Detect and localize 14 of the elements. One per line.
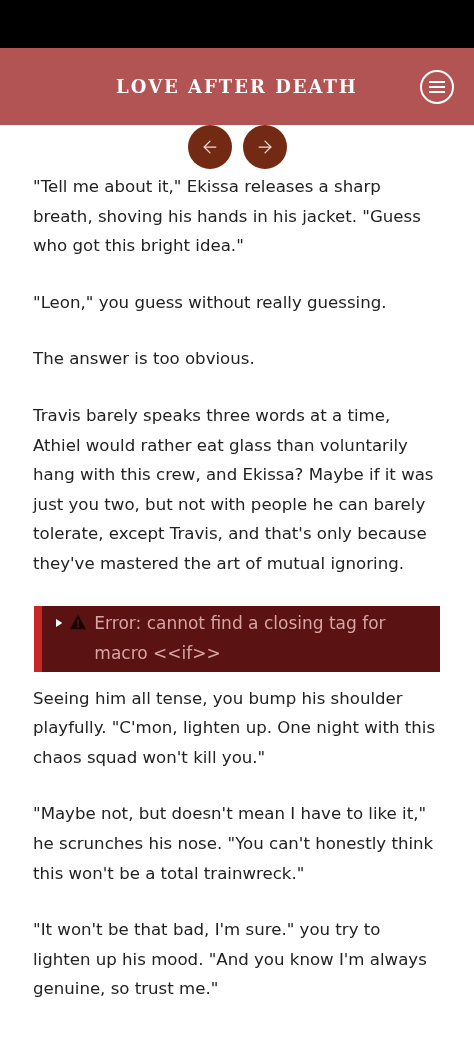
passage-paragraph: Seeing him all tense, you bump his shoulder playfully. "C'mon, lighten up. One night with this chaos squad won't kill you." [33,687,437,769]
passage-paragraph: "It won't be that bad, I'm sure." you try to lighten up his mood. "And you know I'm always genuine, so trust me." [33,919,428,1001]
error-message: Error: cannot find a closing tag for macro <<if>> [94,611,387,665]
menu-button[interactable] [420,70,454,104]
expand-toggle-icon[interactable] [56,617,63,628]
passage-paragraph: Travis barely speaks three words at a time, Athiel would rather eat glass than voluntarily hang with this crew, and Ekissa? Maybe if it was just you two, but not with people he can barely tolerate, except Travis, and that's only because they've mastered the art of mutual ignoring. [33,404,435,575]
back-button[interactable] [188,125,232,169]
passage-paragraph: "Leon," you guess without really guessing. [33,291,388,314]
passage-paragraph: The answer is too obvious. [33,348,256,371]
passage-paragraph: "Maybe not, but doesn't mean I have to like it," he scrunches his nose. "You can't honestly think this won't be a total trainwreck." [33,803,435,885]
menu-icon [429,81,445,93]
forward-button[interactable] [243,125,287,169]
passage-paragraph: "Tell me about it," Ekissa releases a sharp breath, shoving his hands in his jacket. "Guess who got this bright idea." [33,176,422,258]
story-title: LOVE AFTER DEATH [116,76,358,97]
